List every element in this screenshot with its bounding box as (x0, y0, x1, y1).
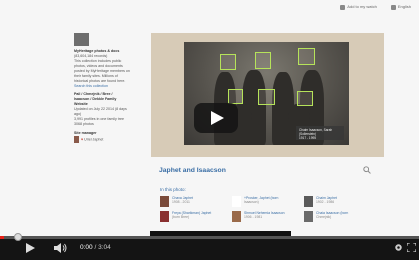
current-time: 0:00 (80, 244, 93, 251)
collection-sidebar: MyHeritage photos & docs (83,604,184 rec… (74, 33, 144, 143)
heart-icon: ♥ (81, 137, 84, 142)
avatar (232, 211, 241, 222)
watch-link[interactable]: Add to my watch (340, 4, 377, 10)
time-display: 0:00 / 3:04 (80, 244, 111, 251)
face-tag[interactable] (298, 48, 315, 65)
face-tag[interactable] (220, 54, 236, 70)
volume-icon[interactable] (54, 243, 68, 253)
duration: 3:04 (98, 244, 111, 251)
face-tag[interactable] (297, 91, 313, 106)
collection-thumbnail (74, 33, 89, 46)
fullscreen-icon[interactable] (407, 243, 416, 252)
eye-icon (340, 4, 346, 10)
face-tag[interactable] (258, 89, 275, 105)
magnifier-icon[interactable] (363, 166, 371, 174)
avatar (74, 136, 79, 143)
site-manager[interactable]: ♥ Uriel Japhet (74, 136, 144, 143)
language-link[interactable]: English (390, 4, 411, 10)
progress-fill (0, 236, 5, 239)
tagged-person[interactable]: +Prosker, Japhet (born Isaacson) (232, 196, 300, 211)
tagged-person[interactable]: Freya (Sharikman) Japhet (born Bree) (160, 211, 228, 226)
avatar (160, 196, 169, 207)
photo-title: Japhet and Isaacson (159, 167, 226, 174)
tagged-person[interactable]: Shmuel Nehemia Isaacson 1906 - 1981 (232, 211, 300, 226)
avatar (160, 211, 169, 222)
photo-viewer: Chaim Isaacson, Sarah (Sollerstein) 1917… (151, 33, 384, 157)
play-icon[interactable] (26, 243, 35, 253)
page-topbar: Add to my watch English (340, 2, 411, 12)
large-play-button[interactable] (194, 103, 238, 133)
avatar (304, 196, 313, 207)
tagged-person[interactable]: Chaia Isaacson (born Chmejnik) (304, 211, 372, 226)
tagged-person[interactable]: Chava Japhet 1908 - 2011 (160, 196, 228, 211)
search-collection-link[interactable]: Search this collection (74, 84, 144, 89)
gear-icon[interactable] (394, 243, 403, 252)
face-tag[interactable] (228, 89, 243, 104)
face-caption-tooltip: Chaim Isaacson, Sarah (Sollerstein) 1917… (296, 126, 344, 140)
avatar (232, 196, 241, 207)
globe-icon (390, 4, 396, 10)
avatar (304, 211, 313, 222)
in-photo-label: In this photo: (160, 187, 186, 192)
progress-scrubber[interactable] (14, 233, 22, 241)
tagged-person[interactable]: Chaim Japhet 1902 - 1986 (304, 196, 372, 211)
site-photos: 3068 photos (74, 122, 94, 126)
face-tag[interactable] (255, 52, 271, 69)
progress-bar[interactable] (0, 236, 419, 239)
